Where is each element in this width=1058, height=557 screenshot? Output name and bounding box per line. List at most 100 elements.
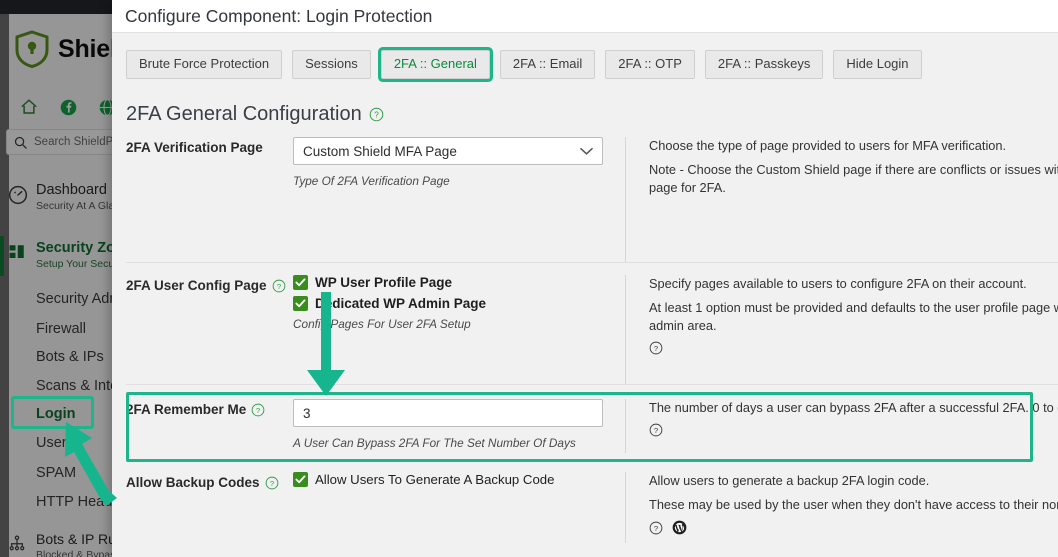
option-control-cell: WP User Profile Page Dedicated WP Admin … (293, 275, 613, 385)
sidebar-item-firewall[interactable]: Firewall (36, 321, 86, 337)
help-icon[interactable]: ? (265, 476, 279, 490)
chevron-down-icon (580, 147, 593, 155)
option-row-verification-page: 2FA Verification Page Custom Shield MFA … (112, 137, 1058, 263)
sidebar-item-subtitle: Setup Your Securi (36, 258, 112, 270)
home-icon[interactable] (20, 98, 38, 116)
option-label: Allow Backup Codes (126, 475, 260, 490)
svg-text:?: ? (654, 344, 658, 353)
sidebar-item-title: Security Zo (36, 240, 112, 256)
modal-header: Configure Component: Login Protection (112, 0, 1058, 32)
brand-name: Shield (58, 34, 112, 63)
option-row-allow-backup-codes: Allow Backup Codes ? Allow Users To Gene… (112, 453, 1058, 543)
option-label-cell: Allow Backup Codes ? (126, 472, 293, 543)
option-hint: Config Pages For User 2FA Setup (293, 317, 471, 331)
section-title: 2FA General Configuration (126, 103, 362, 125)
sidebar-item-http-headers[interactable]: HTTP Heade (36, 494, 112, 510)
active-section-accent (0, 236, 4, 276)
modal-body: Brute Force Protection Sessions 2FA :: G… (112, 32, 1058, 557)
sidebar-item-spam[interactable]: SPAM (36, 465, 76, 481)
checked-checkbox-icon (293, 296, 308, 311)
option-control-cell: Allow Users To Generate A Backup Code (293, 472, 613, 543)
sidebar-item-login[interactable]: Login (36, 406, 75, 422)
checked-checkbox-icon (293, 472, 308, 487)
sidebar-item-subtitle: Security At A Glan (36, 200, 112, 212)
tab-bar: Brute Force Protection Sessions 2FA :: G… (126, 50, 922, 79)
sidebar-item-scans[interactable]: Scans & Inte (36, 378, 112, 394)
description-line: page for 2FA. (649, 180, 726, 195)
gauge-icon (8, 182, 28, 210)
screen-root: Shield Search ShieldPRO (0, 0, 1058, 557)
tab-2fa-general[interactable]: 2FA :: General (380, 50, 490, 79)
description-line: At least 1 option must be provided and d… (649, 300, 1058, 315)
tab-sessions[interactable]: Sessions (292, 50, 371, 79)
sidebar-rail (0, 14, 9, 557)
option-control-cell: Custom Shield MFA Page Type Of 2FA Verif… (293, 137, 613, 263)
section-heading: 2FA General Configuration ? (126, 103, 384, 126)
wordpress-icon[interactable] (672, 520, 687, 535)
tab-2fa-passkeys[interactable]: 2FA :: Passkeys (704, 50, 824, 79)
description-line: These may be used by the user when they … (649, 497, 1058, 512)
tab-2fa-email[interactable]: 2FA :: Email (499, 50, 596, 79)
option-label: 2FA User Config Page (126, 278, 267, 293)
option-control-cell: 3 A User Can Bypass 2FA For The Set Numb… (293, 399, 613, 453)
checkbox-wp-user-profile-page[interactable]: WP User Profile Page (293, 275, 613, 290)
option-row-remember-me: 2FA Remember Me ? 3 A User Can Bypass 2F… (112, 385, 1058, 453)
sidebar-item-dashboard[interactable]: Dashboard Security At A Glan (8, 182, 112, 213)
globe-icon[interactable] (99, 98, 112, 116)
option-hint: A User Can Bypass 2FA For The Set Number… (293, 436, 576, 450)
shield-lock-icon (15, 30, 49, 68)
configure-component-modal: Configure Component: Login Protection Br… (112, 0, 1058, 557)
option-label-cell: 2FA User Config Page ? (126, 275, 293, 385)
svg-text:?: ? (654, 426, 658, 435)
checked-checkbox-icon (293, 275, 308, 290)
search-placeholder: Search ShieldPRO (34, 136, 112, 148)
svg-text:?: ? (276, 282, 280, 291)
tab-2fa-otp[interactable]: 2FA :: OTP (605, 50, 695, 79)
tab-brute-force-protection[interactable]: Brute Force Protection (126, 50, 283, 79)
sidebar-item-title: Dashboard (36, 182, 107, 198)
sidebar-item-bots-ip-rules[interactable]: Bots & IP Ru Blocked & Bypass (8, 531, 112, 557)
option-label-cell: 2FA Verification Page (126, 137, 293, 263)
option-label: 2FA Remember Me (126, 402, 247, 417)
grid-icon (8, 240, 28, 266)
select-value: Custom Shield MFA Page (303, 143, 457, 159)
sidebar-item-security-zones[interactable]: Security Zo Setup Your Securi (8, 240, 112, 271)
sidebar-quick-icons (20, 98, 112, 116)
facebook-icon[interactable] (60, 99, 77, 116)
sidebar-item-bots-ips[interactable]: Bots & IPs (36, 349, 104, 365)
sidebar-item-users[interactable]: Users (36, 435, 74, 451)
input-value: 3 (303, 405, 311, 421)
checkbox-label: Allow Users To Generate A Backup Code (315, 472, 555, 487)
wp-admin-bar (0, 0, 112, 14)
option-hint: Type Of 2FA Verification Page (293, 174, 450, 188)
search-icon (14, 136, 27, 149)
page-title: Configure Component: Login Protection (125, 5, 433, 26)
help-icon[interactable]: ? (649, 423, 663, 437)
help-icon[interactable]: ? (649, 341, 663, 355)
checkbox-allow-backup-code[interactable]: Allow Users To Generate A Backup Code (293, 472, 613, 487)
remember-me-days-input[interactable]: 3 (293, 399, 603, 427)
svg-text:?: ? (654, 523, 658, 532)
description-line: Choose the type of page provided to user… (649, 138, 1007, 153)
help-icon[interactable]: ? (251, 403, 265, 417)
option-description-cell: The number of days a user can bypass 2FA… (625, 399, 1058, 453)
svg-text:?: ? (269, 479, 273, 488)
help-icon[interactable]: ? (649, 521, 663, 535)
sidebar-item-title: Bots & IP Ru (36, 531, 112, 547)
sidebar-item-subtitle: Blocked & Bypass (36, 549, 112, 557)
svg-text:?: ? (256, 406, 260, 415)
verification-page-select[interactable]: Custom Shield MFA Page (293, 137, 603, 165)
help-icon[interactable]: ? (369, 107, 384, 122)
help-icon[interactable]: ? (272, 279, 286, 293)
shield-logo: Shield (14, 30, 112, 68)
option-row-user-config-page: 2FA User Config Page ? WP User Profile P… (112, 263, 1058, 385)
sidebar-item-security-admin[interactable]: Security Adm (36, 291, 112, 307)
option-description-cell: Choose the type of page provided to user… (625, 137, 1058, 263)
options-list: 2FA Verification Page Custom Shield MFA … (112, 137, 1058, 543)
search-input[interactable]: Search ShieldPRO (6, 129, 112, 155)
checkbox-dedicated-wp-admin-page[interactable]: Dedicated WP Admin Page (293, 296, 613, 311)
description-line: The number of days a user can bypass 2FA… (649, 400, 1058, 415)
option-description-cell: Allow users to generate a backup 2FA log… (625, 472, 1058, 543)
tab-hide-login[interactable]: Hide Login (833, 50, 922, 79)
description-line: Note - Choose the Custom Shield page if … (649, 162, 1058, 177)
